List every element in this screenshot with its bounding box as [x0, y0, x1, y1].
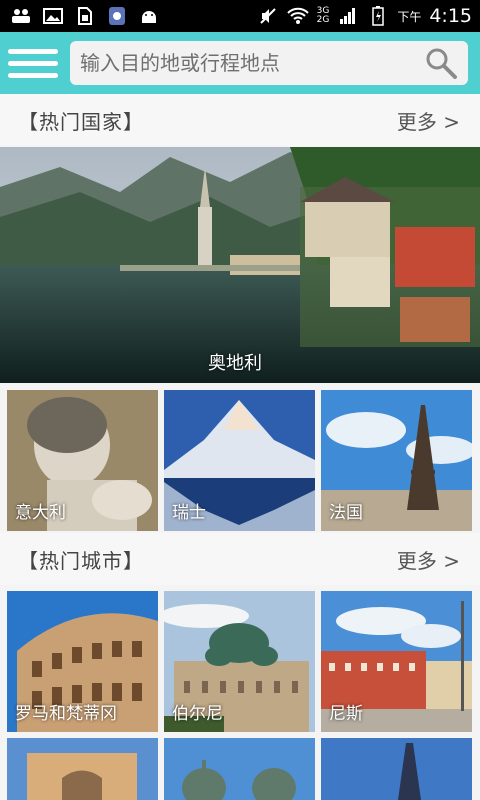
city-card-bern[interactable]: 伯尔尼	[164, 591, 315, 732]
city-photo	[7, 738, 158, 800]
city-grid: 罗马和梵蒂冈 伯尔尼 尼斯	[7, 591, 473, 732]
image-icon	[42, 7, 64, 25]
search-input[interactable]	[80, 51, 424, 75]
country-grid: 意大利 瑞士 法国	[7, 390, 473, 531]
status-bar: 3G 2G 下午 4:15	[0, 0, 480, 32]
search-box[interactable]	[70, 41, 468, 85]
menu-icon[interactable]	[8, 41, 62, 85]
city-photo	[164, 738, 315, 800]
status-time: 4:15	[429, 5, 472, 27]
country-name: 意大利	[15, 503, 66, 523]
app-icon	[106, 7, 128, 25]
top-bar	[0, 32, 480, 94]
cities-section-title: 【热门城市】	[18, 548, 144, 573]
cities-more-link[interactable]: 更多 >	[397, 545, 480, 574]
country-card-switzerland[interactable]: 瑞士	[164, 390, 315, 531]
city-photo	[321, 738, 472, 800]
network-label: 3G 2G	[316, 6, 330, 25]
featured-country-name: 奥地利	[208, 353, 262, 374]
city-card-partial-1[interactable]	[7, 738, 158, 800]
city-card-partial-3[interactable]	[321, 738, 472, 800]
signal-icon	[337, 7, 359, 25]
country-card-france[interactable]: 法国	[321, 390, 472, 531]
austria-photo	[0, 147, 480, 383]
city-card-rome[interactable]: 罗马和梵蒂冈	[7, 591, 158, 732]
city-name: 伯尔尼	[172, 704, 223, 724]
featured-country-card[interactable]: 奥地利	[0, 147, 480, 383]
city-card-partial-2[interactable]	[164, 738, 315, 800]
search-icon[interactable]	[424, 46, 458, 80]
city-name: 尼斯	[329, 704, 363, 724]
city-card-nice[interactable]: 尼斯	[321, 591, 472, 732]
status-ampm: 下午	[397, 9, 422, 24]
android-icon	[138, 7, 160, 25]
country-name: 瑞士	[172, 503, 206, 523]
countries-section-title: 【热门国家】	[18, 109, 144, 134]
city-grid-row-2	[7, 738, 473, 800]
countries-more-link[interactable]: 更多 >	[397, 106, 480, 135]
countries-section-header: 【热门国家】 更多 >	[0, 94, 480, 146]
country-name: 法国	[329, 503, 363, 523]
sim-card-icon	[74, 7, 96, 25]
city-name: 罗马和梵蒂冈	[15, 704, 117, 724]
cities-section-header: 【热门城市】 更多 >	[0, 533, 480, 585]
battery-icon	[367, 6, 389, 26]
people-icon	[10, 7, 32, 25]
mute-icon	[257, 7, 279, 25]
country-card-italy[interactable]: 意大利	[7, 390, 158, 531]
wifi-icon	[286, 7, 309, 25]
